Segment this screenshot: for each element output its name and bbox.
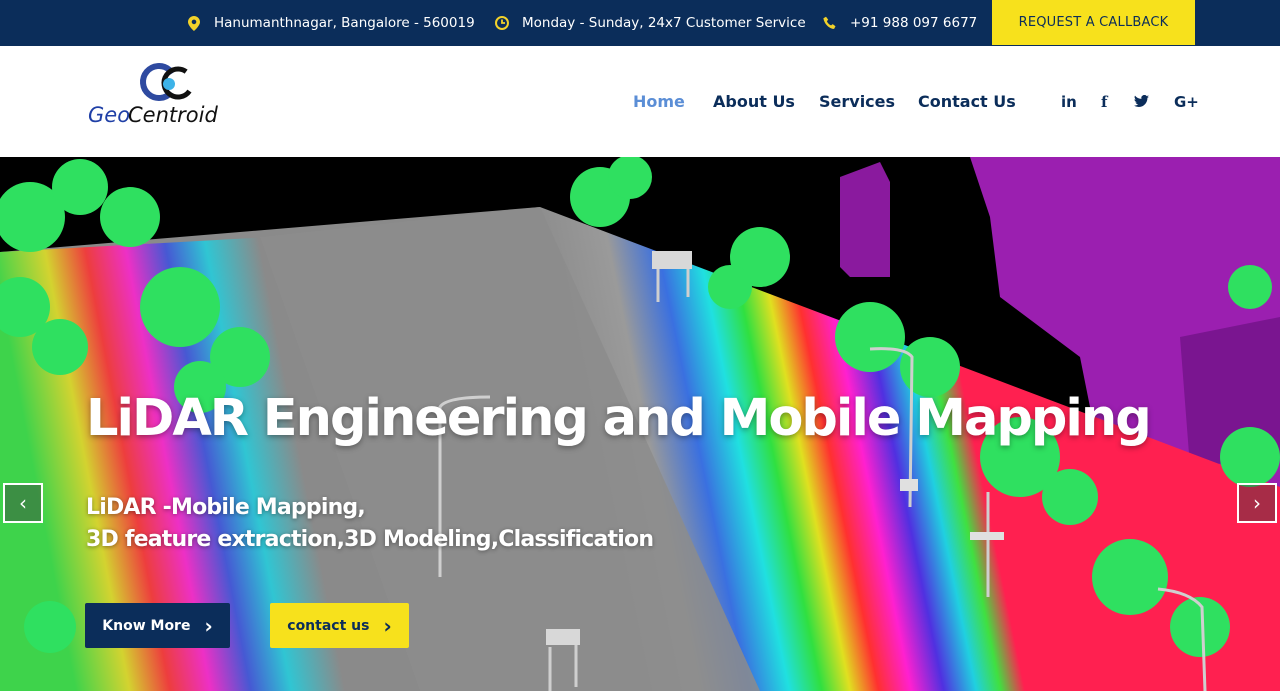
hero-slider: LiDAR Engineering and Mobile Mapping LiD… <box>0 157 1280 691</box>
slider-next-button[interactable]: › <box>1237 483 1277 523</box>
address-info: Hanumanthnagar, Bangalore - 560019 <box>186 0 475 46</box>
slider-prev-button[interactable]: ‹ <box>3 483 43 523</box>
nav-about-us[interactable]: About Us <box>713 46 795 157</box>
map-pin-icon <box>186 15 202 31</box>
chevron-left-icon: ‹ <box>19 491 27 515</box>
nav-contact-us[interactable]: Contact Us <box>918 46 1016 157</box>
google-plus-icon[interactable]: G+ <box>1174 46 1199 157</box>
chevron-right-icon: › <box>1253 491 1261 515</box>
address-text: Hanumanthnagar, Bangalore - 560019 <box>214 15 475 31</box>
clock-icon <box>494 16 510 30</box>
know-more-label: Know More <box>102 617 191 634</box>
nav-home[interactable]: Home <box>633 46 685 157</box>
contact-us-label: contact us <box>287 617 370 634</box>
hero-subtitle-line1: LiDAR -Mobile Mapping, <box>86 495 366 520</box>
request-callback-button[interactable]: REQUEST A CALLBACK <box>992 0 1195 45</box>
chevron-right-icon: › <box>204 613 213 638</box>
nav-services[interactable]: Services <box>819 46 895 157</box>
logo-geo-text: Geo <box>88 103 130 126</box>
geocentroid-logo[interactable]: Geo Centroid <box>86 62 256 127</box>
phone-text[interactable]: +91 988 097 6677 <box>850 15 977 31</box>
hero-subtitle-line2: 3D feature extraction,3D Modeling,Classi… <box>86 527 654 552</box>
linkedin-icon[interactable]: in <box>1061 46 1077 157</box>
hours-info: Monday - Sunday, 24x7 Customer Service <box>494 0 806 46</box>
top-bar: Hanumanthnagar, Bangalore - 560019 Monda… <box>0 0 1280 46</box>
site-header: Geo Centroid Home About Us Services Cont… <box>0 46 1280 157</box>
chevron-right-icon: › <box>383 613 392 638</box>
hero-title: LiDAR Engineering and Mobile Mapping <box>86 389 1152 448</box>
phone-icon <box>822 16 838 30</box>
know-more-button[interactable]: Know More › <box>85 603 230 648</box>
twitter-icon[interactable] <box>1134 46 1149 157</box>
contact-us-button[interactable]: contact us › <box>270 603 409 648</box>
logo-centroid-text: Centroid <box>128 103 218 126</box>
facebook-icon[interactable]: f <box>1101 46 1107 157</box>
phone-info: +91 988 097 6677 <box>822 0 977 46</box>
hours-text: Monday - Sunday, 24x7 Customer Service <box>522 15 806 31</box>
